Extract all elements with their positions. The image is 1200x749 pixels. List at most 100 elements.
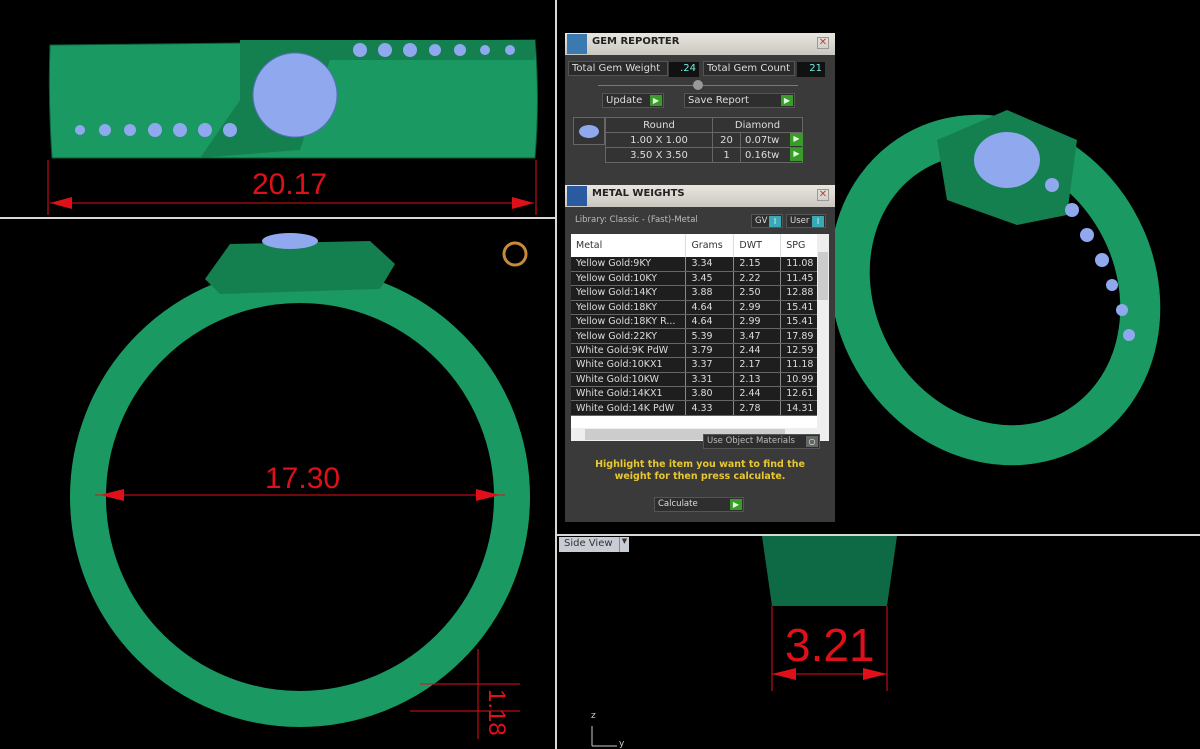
gem-size: 1.00 X 1.00 (605, 132, 713, 148)
table-row[interactable]: White Gold:14K PdW 4.33 2.78 14.31 (571, 400, 817, 416)
viewport-top[interactable]: 20.17 (0, 0, 555, 217)
calculate-button[interactable]: Calculate ▶ (654, 497, 744, 512)
radio-icon: ○ (806, 436, 818, 447)
length-dimension: 20.17 (252, 168, 328, 201)
cell-grams: 3.37 (685, 357, 735, 373)
column-header-spg[interactable]: SPG (780, 234, 817, 257)
width-dimension: 3.21 (785, 619, 875, 671)
table-row[interactable]: White Gold:10KW 3.31 2.13 10.99 (571, 372, 817, 388)
table-row[interactable]: White Gold:14KX1 3.80 2.44 12.61 (571, 386, 817, 402)
cell-dwt: 2.15 (733, 257, 782, 272)
gem-row-play-button[interactable]: ▶ (790, 133, 803, 146)
table-row[interactable]: Yellow Gold:10KY 3.45 2.22 11.45 (571, 271, 817, 287)
gem-count: 20 (712, 132, 741, 148)
viewport-side[interactable]: Side View ▼ 3.21 z y (557, 536, 1200, 749)
cell-dwt: 2.44 (733, 386, 782, 402)
table-row[interactable]: Yellow Gold:14KY 3.88 2.50 12.88 (571, 285, 817, 301)
cell-dwt: 2.17 (733, 357, 782, 373)
ring-icon (502, 241, 528, 267)
gv-toggle[interactable]: GV I (751, 214, 783, 228)
cell-spg: 11.45 (780, 271, 817, 287)
save-report-button[interactable]: Save Report ▶ (684, 93, 795, 108)
cell-spg: 12.59 (780, 343, 817, 359)
thickness-dimension: 1.18 (483, 689, 510, 736)
play-icon: ▶ (781, 95, 793, 106)
gem-table: Round Diamond 1.00 X 1.00 20 0.07tw 3.50 X … (605, 117, 803, 163)
cell-metal: White Gold:10KX1 (571, 357, 687, 373)
cell-grams: 3.79 (685, 343, 735, 359)
library-label: Library: Classic - (Fast)-Metal (575, 215, 698, 225)
gem-thumbnail (573, 117, 605, 145)
vertical-scrollbar[interactable] (817, 234, 829, 428)
gem-row[interactable]: 3.50 X 3.50 1 0.16tw (605, 147, 803, 163)
cell-spg: 12.61 (780, 386, 817, 402)
gem-reporter-title: GEM REPORTER (592, 36, 680, 47)
cell-metal: Yellow Gold:22KY (571, 328, 687, 344)
close-icon[interactable]: ✕ (817, 37, 829, 49)
table-row[interactable]: White Gold:10KX1 3.37 2.17 11.18 (571, 357, 817, 373)
close-icon[interactable]: ✕ (817, 189, 829, 201)
cell-grams: 5.39 (685, 328, 735, 344)
cell-metal: Yellow Gold:14KY (571, 285, 687, 301)
cell-metal: Yellow Gold:18KY (571, 300, 687, 316)
calculate-label: Calculate (658, 499, 698, 509)
table-row[interactable]: White Gold:9K PdW 3.79 2.44 12.59 (571, 343, 817, 359)
table-row[interactable]: Yellow Gold:9KY 3.34 2.15 11.08 (571, 257, 817, 272)
toggle-icon: I (812, 216, 824, 227)
cell-metal: Yellow Gold:10KY (571, 271, 687, 287)
diameter-dimension: 17.30 (265, 462, 341, 495)
gem-reporter-titlebar[interactable]: GEM REPORTER ✕ (565, 33, 835, 55)
user-label: User (790, 216, 810, 226)
table-row[interactable]: Yellow Gold:18KY R... 4.64 2.99 15.41 (571, 314, 817, 330)
table-row[interactable]: Yellow Gold:18KY 4.64 2.99 15.41 (571, 300, 817, 316)
column-header-metal[interactable]: Metal (571, 234, 687, 257)
cell-grams: 4.64 (685, 300, 735, 316)
gem-row[interactable]: 1.00 X 1.00 20 0.07tw (605, 132, 803, 148)
cell-metal: White Gold:14KX1 (571, 386, 687, 402)
total-gem-count-label: Total Gem Count (703, 61, 795, 76)
gem-count: 1 (712, 147, 741, 163)
metal-weights-title: METAL WEIGHTS (592, 188, 685, 199)
toggle-icon: I (769, 216, 781, 227)
cell-metal: White Gold:9K PdW (571, 343, 687, 359)
cell-dwt: 2.50 (733, 285, 782, 301)
cell-dwt: 2.44 (733, 343, 782, 359)
cell-metal: Yellow Gold:9KY (571, 257, 687, 272)
cell-dwt: 2.78 (733, 400, 782, 416)
user-toggle[interactable]: User I (786, 214, 826, 228)
total-gem-count-value: 21 (797, 62, 825, 77)
cell-spg: 12.88 (780, 285, 817, 301)
use-object-materials-toggle[interactable]: Use Object Materials ○ (703, 434, 820, 449)
gem-metal-panel: GEM REPORTER ✕ Total Gem Weight .24 Tota… (565, 33, 835, 522)
cell-grams: 3.80 (685, 386, 735, 402)
cell-dwt: 2.22 (733, 271, 782, 287)
cell-spg: 17.89 (780, 328, 817, 344)
cell-dwt: 2.99 (733, 314, 782, 330)
gv-label: GV (755, 216, 768, 226)
view-selector[interactable]: Side View ▼ (559, 537, 629, 552)
axis-z-label: z (591, 711, 596, 721)
gem-row-play-button[interactable]: ▶ (790, 148, 803, 161)
gem-size: 3.50 X 3.50 (605, 147, 713, 163)
total-gem-weight-value: .24 (669, 62, 699, 77)
hint-text: Highlight the item you want to find the … (595, 459, 805, 482)
gem-reporter-icon (567, 34, 587, 54)
metal-weights-titlebar[interactable]: METAL WEIGHTS ✕ (565, 185, 835, 207)
cell-spg: 10.99 (780, 372, 817, 388)
viewport-front[interactable]: 17.30 1.18 (0, 219, 555, 749)
cell-grams: 4.33 (685, 400, 735, 416)
cell-spg: 15.41 (780, 300, 817, 316)
update-button[interactable]: Update ▶ (602, 93, 664, 108)
column-header-dwt[interactable]: DWT (733, 234, 782, 257)
table-row[interactable]: Yellow Gold:22KY 5.39 3.47 17.89 (571, 328, 817, 344)
cell-metal: White Gold:10KW (571, 372, 687, 388)
metal-weights-icon (567, 186, 587, 206)
cell-spg: 15.41 (780, 314, 817, 330)
metal-table[interactable]: Metal Grams DWT SPG Yellow Gold:9KY 3.34 2.15… (571, 234, 817, 428)
column-header-grams[interactable]: Grams (685, 234, 735, 257)
save-report-label: Save Report (688, 95, 749, 106)
cell-dwt: 2.13 (733, 372, 782, 388)
cell-grams: 3.45 (685, 271, 735, 287)
update-label: Update (606, 95, 643, 106)
collapse-handle[interactable] (693, 80, 703, 90)
